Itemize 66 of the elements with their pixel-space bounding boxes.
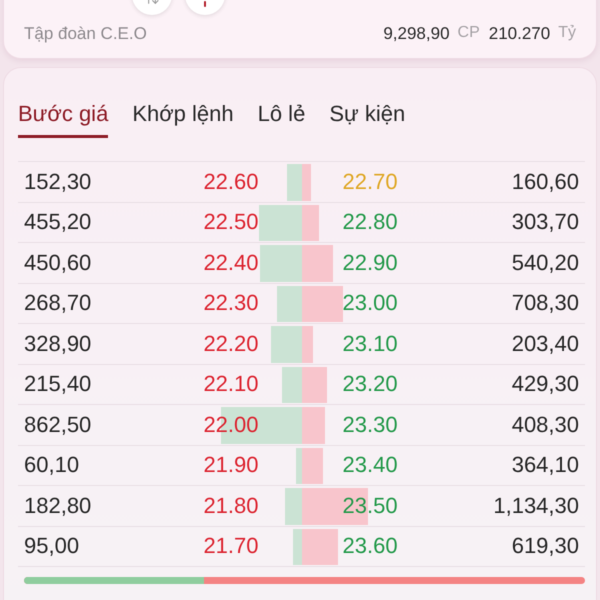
bid-depth-bar bbox=[292, 528, 302, 565]
ask-price: 23.20 bbox=[342, 373, 398, 396]
bid-volume: 152,30 bbox=[24, 170, 92, 193]
bid-volume: 268,70 bbox=[24, 292, 92, 314]
bid-depth-bar bbox=[260, 245, 302, 282]
ask-depth-bar bbox=[302, 286, 343, 322]
bid-depth-bar bbox=[284, 488, 302, 524]
tab[interactable]: Sự kiện bbox=[329, 100, 406, 138]
ask-price: 23.60 bbox=[342, 535, 398, 558]
trade-value: 210.270 bbox=[488, 24, 550, 42]
volume-unit: CP bbox=[458, 25, 480, 41]
ask-depth-bar bbox=[302, 204, 320, 241]
tab[interactable]: Bước giá bbox=[18, 100, 108, 138]
ask-volume: 408,30 bbox=[512, 414, 579, 436]
ask-price: 23.40 bbox=[342, 454, 398, 476]
bid-price: 21.90 bbox=[203, 454, 258, 476]
bid-depth-bar bbox=[276, 286, 302, 322]
value-unit: Tỷ bbox=[558, 25, 576, 41]
volume-value: 9,298,90 bbox=[383, 24, 450, 42]
bid-price: 22.10 bbox=[203, 373, 258, 396]
ask-depth-bar bbox=[302, 407, 326, 444]
bid-price: 22.60 bbox=[203, 170, 258, 193]
bid-price: 22.30 bbox=[203, 292, 258, 314]
ask-price: 22.80 bbox=[342, 211, 398, 234]
ask-volume: 160,60 bbox=[512, 170, 579, 193]
bid-price: 22.50 bbox=[203, 211, 258, 234]
company-name: Tập đoàn C.E.O bbox=[24, 24, 147, 42]
bid-price: 22.20 bbox=[203, 332, 258, 355]
ask-volume: 1,134,30 bbox=[493, 494, 579, 517]
bid-depth-bar bbox=[259, 204, 302, 241]
ask-price: 22.70 bbox=[342, 170, 398, 193]
bid-volume: 862,50 bbox=[24, 414, 92, 436]
bid-volume: 455,20 bbox=[24, 211, 92, 234]
ask-depth-bar bbox=[302, 366, 327, 403]
tab[interactable]: Khớp lệnh bbox=[132, 100, 234, 138]
ask-volume: 203,40 bbox=[512, 332, 579, 355]
bid-volume: 450,60 bbox=[24, 252, 92, 274]
bid-volume: 60,10 bbox=[24, 454, 80, 476]
bid-volume: 328,90 bbox=[24, 332, 92, 355]
bid-volume: 182,80 bbox=[24, 494, 92, 517]
ask-price: 23.00 bbox=[342, 292, 398, 314]
tab[interactable]: Lô lẻ bbox=[258, 100, 306, 138]
ask-price: 23.30 bbox=[342, 414, 398, 436]
ask-price: 23.50 bbox=[342, 494, 398, 517]
bid-price: 22.00 bbox=[203, 414, 258, 436]
ask-price: 23.10 bbox=[342, 332, 398, 355]
bid-price: 22.40 bbox=[203, 252, 258, 274]
ask-depth-bar bbox=[302, 326, 314, 362]
bid-depth-bar bbox=[270, 326, 302, 362]
bid-volume: 215,40 bbox=[24, 373, 92, 396]
ask-volume: 303,70 bbox=[512, 211, 579, 234]
ask-depth-bar bbox=[302, 448, 323, 484]
ask-volume: 708,30 bbox=[512, 292, 579, 314]
ask-depth-bar bbox=[302, 245, 334, 282]
ask-volume: 619,30 bbox=[512, 535, 579, 558]
bid-depth-bar bbox=[287, 164, 302, 200]
ask-price: 22.90 bbox=[342, 252, 398, 274]
bid-price: 21.80 bbox=[203, 494, 258, 517]
bid-volume: 95,00 bbox=[24, 535, 80, 558]
bid-depth-bar bbox=[296, 448, 302, 484]
ask-volume: 429,30 bbox=[512, 373, 579, 396]
ask-depth-bar bbox=[302, 528, 338, 565]
bid-price: 21.70 bbox=[203, 535, 258, 558]
ask-volume: 540,20 bbox=[512, 252, 579, 274]
ask-volume: 364,10 bbox=[512, 454, 579, 476]
bid-depth-bar bbox=[282, 366, 302, 403]
